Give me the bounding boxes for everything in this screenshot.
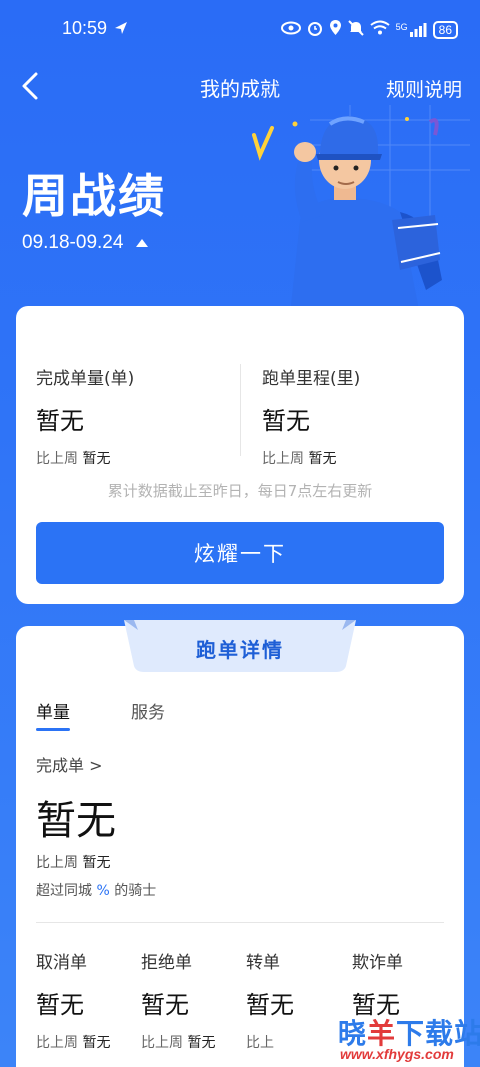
exceed-suffix: 的骑士 <box>114 883 157 899</box>
network-type: 5G <box>395 22 408 32</box>
alarm-icon <box>307 20 323 40</box>
status-time: 10:59 <box>62 18 108 38</box>
orders-label: 完成单量(单) <box>36 369 135 389</box>
site-watermark: 晓羊下载站 www.xfhygs.com <box>338 1012 480 1067</box>
metric-value: 暂无 <box>246 991 294 1019</box>
metric-compare-prefix: 比上 <box>246 1035 274 1051</box>
stat-divider <box>240 364 241 456</box>
distance-compare: 比上周 暂无 <box>262 448 360 468</box>
detail-card: 跑单详情 单量 服务 完成单 > 暂无 比上周 暂无 超过同城 % 的骑士 取消… <box>16 620 464 1067</box>
rules-link[interactable]: 规则说明 <box>386 75 462 102</box>
hero-title: 周战绩 <box>22 169 166 223</box>
completed-compare-prefix: 比上周 <box>36 855 78 871</box>
metric-compare-prefix: 比上周 <box>141 1035 183 1051</box>
show-off-button[interactable]: 炫耀一下 <box>36 522 444 584</box>
completed-compare-value: 暂无 <box>82 855 111 871</box>
metric-value: 暂无 <box>141 991 189 1019</box>
metric-cancelled: 取消单 暂无 比上周 暂无 <box>36 948 110 1052</box>
metric-label: 转单 <box>246 953 280 973</box>
metric-compare-value: 暂无 <box>82 1035 111 1051</box>
completed-orders-value: 暂无 <box>36 798 116 844</box>
metric-transferred: 转单 暂无 比上 <box>246 948 294 1052</box>
orders-stat: 完成单量(单) 暂无 比上周 暂无 <box>36 364 134 468</box>
mute-icon <box>347 19 364 40</box>
exceed-percent: % <box>96 883 110 899</box>
distance-compare-value: 暂无 <box>308 451 337 467</box>
metric-label: 取消单 <box>36 953 87 973</box>
watermark-url: www.xfhygs.com <box>340 1046 454 1062</box>
orders-compare: 比上周 暂无 <box>36 448 134 468</box>
metric-compare: 比上周 暂无 <box>141 1032 215 1052</box>
tab-orders[interactable]: 单量 <box>36 698 70 731</box>
watermark-char: 站 <box>454 1017 480 1050</box>
triangle-up-icon <box>136 239 149 247</box>
metric-compare: 比上 <box>246 1032 294 1052</box>
date-range-selector[interactable]: 09.18-09.24 <box>22 232 149 254</box>
status-bar: 10:59 5G 86 <box>0 0 480 58</box>
update-note: 累计数据截止至昨日，每日7点左右更新 <box>107 482 373 500</box>
metric-compare-value: 暂无 <box>187 1035 216 1051</box>
metric-label: 拒绝单 <box>141 953 192 973</box>
eye-icon <box>280 20 301 39</box>
completed-compare: 比上周 暂无 <box>36 852 110 872</box>
battery-icon: 86 <box>432 20 458 39</box>
metric-compare: 比上周 暂无 <box>36 1032 110 1052</box>
rider-illustration <box>252 105 470 315</box>
distance-label: 跑单里程(里) <box>262 369 361 389</box>
distance-compare-prefix: 比上周 <box>262 451 304 467</box>
metric-rejected: 拒绝单 暂无 比上周 暂无 <box>141 948 215 1052</box>
exceed-riders-line: 超过同城 % 的骑士 <box>36 880 156 900</box>
section-divider <box>36 922 444 923</box>
status-icons: 5G 86 <box>280 19 458 40</box>
section-title: 跑单详情 <box>196 638 284 662</box>
metric-value: 暂无 <box>36 991 84 1019</box>
orders-compare-value: 暂无 <box>82 451 111 467</box>
metric-compare-prefix: 比上周 <box>36 1035 78 1051</box>
wifi-icon <box>370 20 390 39</box>
distance-stat: 跑单里程(里) 暂无 比上周 暂无 <box>262 364 360 468</box>
date-range-label: 09.18-09.24 <box>22 232 124 253</box>
signal-icon: 5G <box>396 22 427 37</box>
navigation-arrow-icon <box>114 20 128 39</box>
completed-orders-link[interactable]: 完成单 > <box>36 752 103 776</box>
distance-value: 暂无 <box>262 407 310 435</box>
metric-label: 欺诈单 <box>352 953 403 973</box>
orders-compare-prefix: 比上周 <box>36 451 78 467</box>
orders-value: 暂无 <box>36 407 84 435</box>
location-icon <box>329 19 342 40</box>
exceed-prefix: 超过同城 <box>36 883 92 899</box>
summary-card: 完成单量(单) 暂无 比上周 暂无 跑单里程(里) 暂无 比上周 暂无 累计数据… <box>16 306 464 604</box>
tab-service[interactable]: 服务 <box>131 698 165 723</box>
